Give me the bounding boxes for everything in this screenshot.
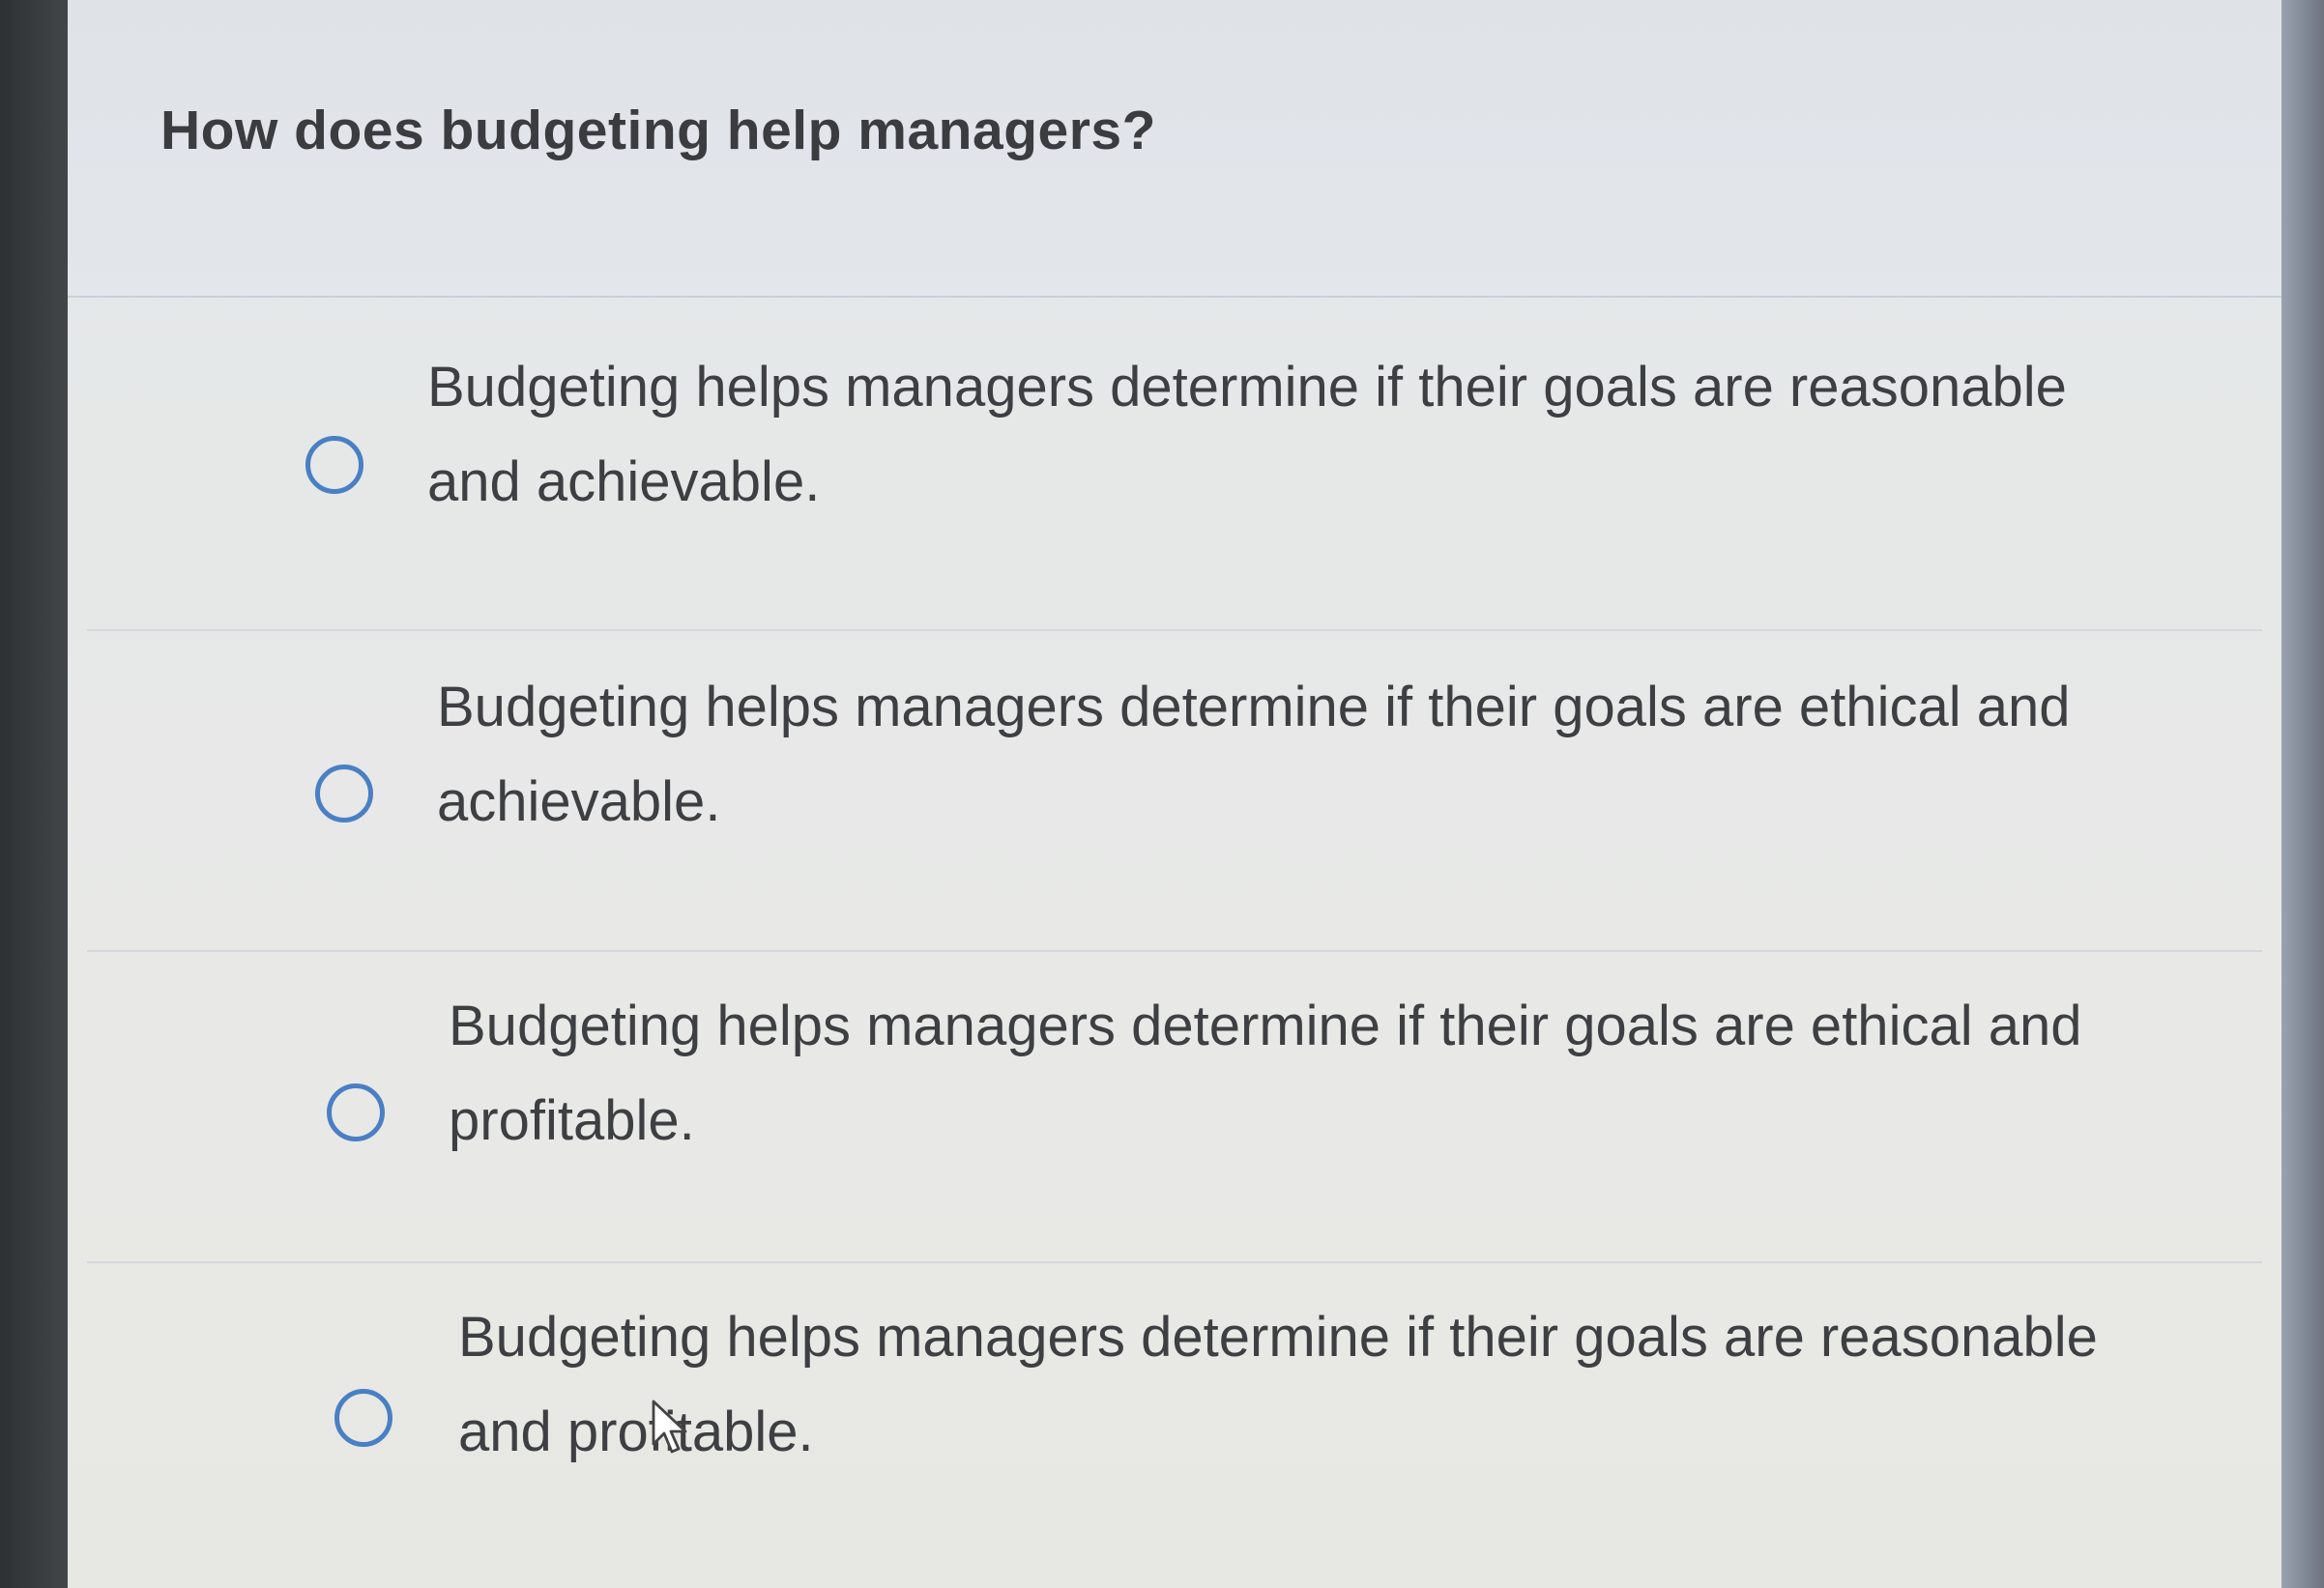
answer-option-4[interactable]: Budgeting helps managers determine if th…	[87, 1263, 2262, 1588]
monitor-bezel-right	[2281, 0, 2324, 1588]
quiz-screen: How does budgeting help managers? Budget…	[68, 0, 2281, 1588]
mouse-pointer-icon	[652, 1400, 687, 1454]
answer-option-2-label[interactable]: Budgeting helps managers determine if th…	[437, 660, 2274, 850]
answer-option-3-label[interactable]: Budgeting helps managers determine if th…	[449, 979, 2285, 1169]
radio-button-option-2[interactable]	[315, 765, 373, 823]
answer-option-1[interactable]: Budgeting helps managers determine if th…	[87, 298, 2262, 631]
answer-option-4-label[interactable]: Budgeting helps managers determine if th…	[458, 1290, 2102, 1480]
answer-option-2[interactable]: Budgeting helps managers determine if th…	[87, 631, 2262, 952]
radio-button-option-4[interactable]	[334, 1389, 392, 1447]
radio-button-option-1[interactable]	[305, 436, 363, 494]
question-header: How does budgeting help managers?	[68, 0, 2281, 298]
radio-button-option-3[interactable]	[327, 1083, 385, 1141]
answer-option-1-label[interactable]: Budgeting helps managers determine if th…	[427, 340, 2071, 530]
question-text: How does budgeting help managers?	[160, 100, 1156, 161]
answer-option-3[interactable]: Budgeting helps managers determine if th…	[87, 952, 2262, 1263]
